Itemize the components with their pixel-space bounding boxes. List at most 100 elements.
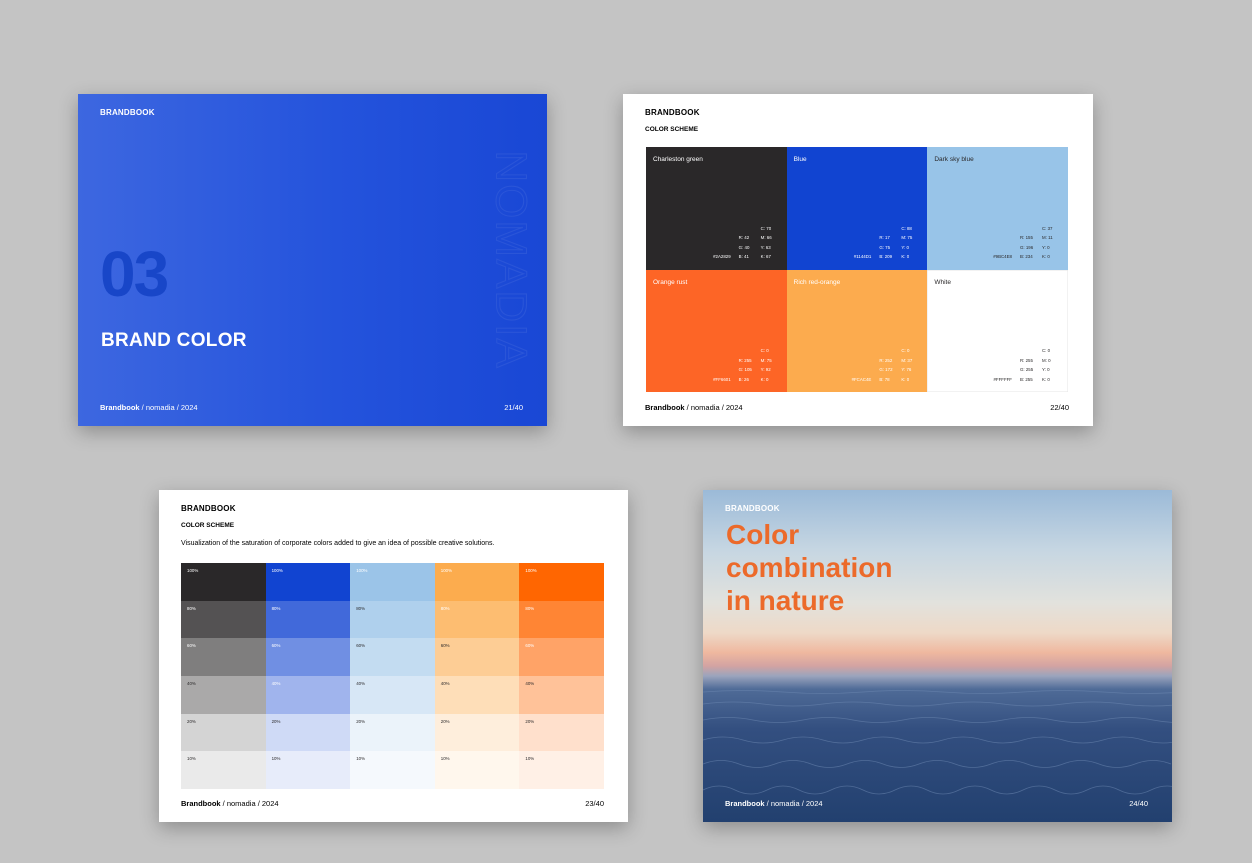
tint-cell: 20% [519, 713, 604, 752]
tint-cell: 10% [519, 751, 604, 789]
tint-cell: 10% [265, 751, 351, 789]
brandbook-tag: BRANDBOOK [100, 108, 155, 117]
tint-label: 40% [187, 681, 196, 686]
swatch-g: G: 75 [879, 244, 891, 250]
page-number: 21/40 [504, 403, 523, 412]
swatch-hex: #FF6601 [713, 376, 731, 382]
swatch-k: K: 0 [901, 254, 910, 259]
slide-saturation: BRANDBOOK COLOR SCHEME Visualization of … [159, 490, 628, 822]
tint-cell: 40% [434, 676, 520, 714]
swatch-y: Y: 0 [1042, 367, 1050, 372]
tint-label: 40% [356, 681, 365, 686]
footer-rest: / nomadia / 2024 [684, 403, 743, 412]
color-swatch: Rich red-orange C: 0 R: 252 M: 37 G: 172 Y: 7… [786, 269, 928, 392]
footer-brand: Brandbook [645, 403, 685, 412]
swatch-b: B: 234 [1020, 254, 1033, 259]
swatch-b: B: 78 [879, 376, 890, 382]
tint-label: 60% [271, 643, 281, 649]
tint-label: 20% [356, 718, 365, 724]
swatch-m: M: 11 [1042, 235, 1053, 240]
tint-label: 80% [356, 605, 365, 611]
tint-cell: 60% [434, 638, 520, 676]
footer-rest: / nomadia / 2024 [764, 799, 823, 808]
tint-cell: 20% [181, 713, 266, 752]
tint-label: 40% [525, 681, 535, 686]
footer-brand: Brandbook [181, 799, 221, 808]
color-swatch: Blue C: 88 R: 17 M: 75 G: 75 Y: 0 #1144D1 B: 20… [786, 147, 928, 270]
tint-cell: 20% [265, 713, 351, 752]
tint-cell: 10% [434, 751, 520, 789]
section-subtitle: COLOR SCHEME [645, 126, 699, 133]
swatch-g: G: 105 [738, 367, 752, 372]
tint-cell: 80% [350, 600, 435, 639]
tint-cell: 60% [519, 638, 604, 676]
tint-label: 100% [525, 568, 537, 573]
page-number: 22/40 [1050, 403, 1069, 412]
swatch-b: B: 26 [738, 376, 749, 382]
swatch-b: B: 209 [879, 254, 893, 259]
tint-cell: 40% [350, 676, 435, 714]
swatch-hex: #2A2829 [713, 254, 731, 259]
swatch-c: C: 0 [1042, 348, 1051, 353]
color-swatch: Dark sky blue C: 37 R: 155 M: 11 G: 196 Y: 0 #… [927, 147, 1068, 270]
footer-rest: / nomadia / 2024 [139, 403, 198, 412]
swatch-b: B: 41 [738, 254, 749, 259]
swatch-values: C: 0 R: 252 M: 37 G: 172 Y: 76 #FCAC4E B: 78 K:… [839, 346, 915, 384]
tint-label: 10% [271, 756, 281, 762]
swatch-name: White [934, 278, 951, 286]
swatch-values: C: 37 R: 155 M: 11 G: 196 Y: 0 #9BC4E8 B: 234 K… [980, 224, 1056, 262]
swatch-c: C: 70 [760, 225, 772, 231]
tint-cell: 40% [181, 676, 266, 714]
tint-label: 80% [525, 605, 535, 611]
tint-cell: 100% [350, 563, 435, 601]
tint-cell: 100% [434, 563, 520, 601]
swatch-y: Y: 0 [901, 244, 909, 250]
tint-label: 100% [440, 568, 453, 573]
swatch-name: Rich red-orange [793, 278, 841, 286]
swatch-k: K: 0 [1042, 376, 1050, 382]
title-line-2: combination [726, 552, 893, 583]
swatch-c: C: 37 [1042, 225, 1053, 231]
swatch-values: C: 0 R: 255 M: 75 G: 105 Y: 92 #FF6601 B: 26 K:… [699, 346, 775, 384]
tint-label: 60% [187, 643, 196, 649]
tint-label: 20% [440, 718, 450, 724]
swatch-hex: #9BC4E8 [993, 254, 1012, 259]
tint-cell: 100% [519, 563, 604, 601]
tint-label: 10% [356, 756, 365, 762]
swatch-hex: #FFFFFF [993, 376, 1012, 382]
swatch-name: Orange rust [653, 278, 688, 286]
swatch-r: R: 155 [1020, 235, 1033, 240]
tint-cell: 80% [265, 600, 351, 639]
tint-cell: 10% [181, 751, 266, 789]
swatch-m: M: 75 [901, 235, 913, 240]
tint-label: 40% [271, 681, 281, 686]
tint-label: 100% [187, 568, 199, 573]
tint-cell: 80% [181, 600, 266, 639]
tint-label: 10% [187, 756, 196, 762]
swatch-k: K: 0 [760, 376, 769, 382]
tint-label: 80% [271, 605, 281, 611]
footer-brand: Brandbook [100, 403, 140, 412]
footer-brand: Brandbook [725, 799, 765, 808]
tint-cell: 100% [181, 563, 266, 601]
swatch-y: Y: 0 [1042, 244, 1050, 250]
tint-label: 20% [525, 718, 535, 724]
tint-label: 100% [356, 568, 368, 573]
swatch-name: Dark sky blue [934, 156, 974, 163]
swatch-g: G: 172 [879, 367, 893, 372]
brandbook-tag: BRANDBOOK [181, 504, 236, 513]
section-subtitle: COLOR SCHEME [181, 522, 235, 529]
tint-grid: 100% 100% 100% 100% 100% 80% 80% 80% 80% 80% 60% 60… [181, 563, 604, 789]
vertical-word-text: NOMADIA [486, 150, 533, 369]
page-number: 23/40 [585, 799, 604, 808]
swatch-m: M: 75 [760, 357, 772, 363]
swatch-k: K: 67 [760, 254, 771, 259]
tint-label: 40% [440, 681, 450, 686]
swatch-r: R: 252 [879, 357, 893, 363]
section-title: BRAND COLOR [101, 330, 247, 351]
swatch-grid: Charleston green C: 70 R: 42 M: 66 G: 40 Y: 6… [646, 147, 1068, 392]
swatch-values: C: 88 R: 17 M: 75 G: 75 Y: 0 #1144D1 B: 209 K: … [839, 224, 915, 262]
tint-cell: 20% [350, 713, 435, 752]
tint-cell: 40% [265, 676, 351, 714]
brandbook-tag: BRANDBOOK [725, 504, 780, 513]
